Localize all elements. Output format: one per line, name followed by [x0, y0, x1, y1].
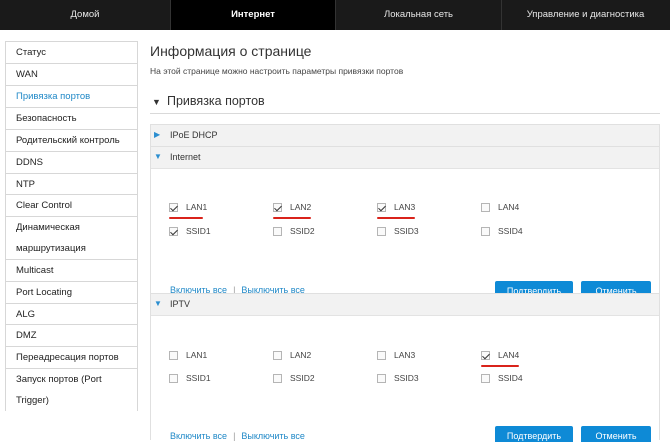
port-ssid4: SSID4 — [481, 226, 523, 236]
port-label: LAN2 — [290, 350, 312, 360]
port-lan2: LAN2 — [273, 202, 311, 212]
port-label: SSID3 — [394, 226, 419, 236]
port-lan4: LAN4 — [481, 202, 519, 212]
sidebar-item-parental-control[interactable]: Родительский контроль — [6, 130, 137, 152]
checkbox-ssid2[interactable] — [273, 226, 282, 236]
port-lan4: LAN4 — [481, 350, 519, 360]
panel-label: IPoE DHCP — [170, 130, 218, 140]
checkbox-ssid1[interactable] — [169, 226, 178, 236]
port-label: SSID3 — [394, 373, 419, 383]
port-label: LAN3 — [394, 202, 416, 212]
sidebar-item-security[interactable]: Безопасность — [6, 108, 137, 130]
panel-internet: ▼ Internet LAN1 LAN2 LAN3 LAN4 SSID1 SSI… — [150, 146, 660, 301]
port-ssid4: SSID4 — [481, 373, 523, 383]
collapse-arrow-icon: ▼ — [154, 152, 162, 161]
tab-internet[interactable]: Интернет — [171, 0, 335, 30]
sidebar-item-status[interactable]: Статус — [6, 42, 137, 64]
port-ssid2: SSID2 — [273, 226, 315, 236]
tab-management[interactable]: Управление и диагностика — [502, 0, 669, 30]
port-lan2: LAN2 — [273, 350, 311, 360]
port-ssid3: SSID3 — [377, 373, 419, 383]
checkbox-lan2[interactable] — [273, 202, 282, 212]
page-title: Информация о странице — [150, 43, 312, 59]
sidebar-item-port-trigger[interactable]: Запуск портов (Port Trigger) — [6, 369, 137, 411]
sidebar-item-ddns[interactable]: DDNS — [6, 152, 137, 174]
port-label: SSID1 — [186, 373, 211, 383]
port-lan3: LAN3 — [377, 202, 415, 212]
port-label: LAN2 — [290, 202, 312, 212]
collapse-arrow-icon: ▼ — [154, 299, 162, 308]
panel-label: Internet — [170, 152, 201, 162]
panel-header-iptv[interactable]: ▼ IPTV — [151, 294, 659, 316]
sidebar-item-ntp[interactable]: NTP — [6, 174, 137, 195]
checkbox-lan1[interactable] — [169, 350, 178, 360]
checkbox-ssid4[interactable] — [481, 226, 490, 236]
port-label: SSID4 — [498, 373, 523, 383]
checkbox-ssid3[interactable] — [377, 373, 386, 383]
annotation-underline — [169, 217, 203, 219]
link-divider: | — [233, 431, 236, 441]
panel-header-internet[interactable]: ▼ Internet — [151, 147, 659, 169]
port-label: LAN4 — [498, 202, 520, 212]
port-ssid1: SSID1 — [169, 226, 211, 236]
tab-home[interactable]: Домой — [0, 0, 170, 30]
panel-body-iptv: LAN1 LAN2 LAN3 LAN4 SSID1 SSID2 SSID3 SS… — [151, 316, 659, 442]
panel-ipoe-dhcp: ▶ IPoE DHCP — [150, 124, 660, 147]
panel-body-internet: LAN1 LAN2 LAN3 LAN4 SSID1 SSID2 SSID3 SS… — [151, 169, 659, 301]
annotation-underline — [273, 217, 311, 219]
port-lan3: LAN3 — [377, 350, 415, 360]
sidebar-item-clear-control[interactable]: Clear Control — [6, 195, 137, 217]
port-label: LAN3 — [394, 350, 416, 360]
cancel-button[interactable]: Отменить — [581, 426, 651, 442]
panel-header-ipoe-dhcp[interactable]: ▶ IPoE DHCP — [151, 125, 659, 147]
sidebar-item-port-locating[interactable]: Port Locating — [6, 282, 137, 304]
expand-arrow-icon: ▶ — [154, 130, 161, 139]
checkbox-lan2[interactable] — [273, 350, 282, 360]
section-title: Привязка портов — [167, 94, 265, 108]
port-label: LAN1 — [186, 202, 208, 212]
checkbox-lan4[interactable] — [481, 350, 490, 360]
checkbox-ssid1[interactable] — [169, 373, 178, 383]
port-lan1: LAN1 — [169, 202, 207, 212]
checkbox-lan3[interactable] — [377, 350, 386, 360]
sidebar-item-dynamic-routing[interactable]: Динамическая маршрутизация — [6, 217, 137, 260]
select-links: Включить все | Выключить все — [170, 431, 305, 441]
collapse-triangle-icon: ▼ — [152, 97, 161, 107]
annotation-underline — [377, 217, 415, 219]
port-label: SSID2 — [290, 373, 315, 383]
port-label: LAN4 — [498, 350, 520, 360]
top-nav: Домой Интернет Локальная сеть Управление… — [0, 0, 670, 30]
checkbox-ssid3[interactable] — [377, 226, 386, 236]
section-header[interactable]: ▼ Привязка портов — [150, 94, 660, 114]
port-label: LAN1 — [186, 350, 208, 360]
sidebar-item-port-binding[interactable]: Привязка портов — [6, 86, 137, 108]
deselect-all-link[interactable]: Выключить все — [241, 431, 305, 441]
port-ssid1: SSID1 — [169, 373, 211, 383]
sidebar-item-alg[interactable]: ALG — [6, 304, 137, 325]
checkbox-ssid4[interactable] — [481, 373, 490, 383]
checkbox-lan3[interactable] — [377, 202, 386, 212]
panel-label: IPTV — [170, 299, 191, 309]
select-all-link[interactable]: Включить все — [170, 431, 227, 441]
panel-iptv: ▼ IPTV LAN1 LAN2 LAN3 LAN4 SSID1 SSID2 S… — [150, 293, 660, 442]
page-description: На этой странице можно настроить парамет… — [150, 66, 404, 76]
port-label: SSID4 — [498, 226, 523, 236]
sidebar-item-port-forwarding[interactable]: Переадресация портов — [6, 347, 137, 369]
annotation-underline — [481, 365, 519, 367]
port-label: SSID2 — [290, 226, 315, 236]
port-label: SSID1 — [186, 226, 211, 236]
sidebar-item-multicast[interactable]: Multicast — [6, 260, 137, 282]
sidebar-item-dmz[interactable]: DMZ — [6, 325, 137, 347]
port-lan1: LAN1 — [169, 350, 207, 360]
sidebar-item-wan[interactable]: WAN — [6, 64, 137, 86]
port-ssid3: SSID3 — [377, 226, 419, 236]
tab-local-network[interactable]: Локальная сеть — [336, 0, 501, 30]
sidebar: Статус WAN Привязка портов Безопасность … — [5, 41, 138, 411]
checkbox-ssid2[interactable] — [273, 373, 282, 383]
port-ssid2: SSID2 — [273, 373, 315, 383]
checkbox-lan1[interactable] — [169, 202, 178, 212]
checkbox-lan4[interactable] — [481, 202, 490, 212]
